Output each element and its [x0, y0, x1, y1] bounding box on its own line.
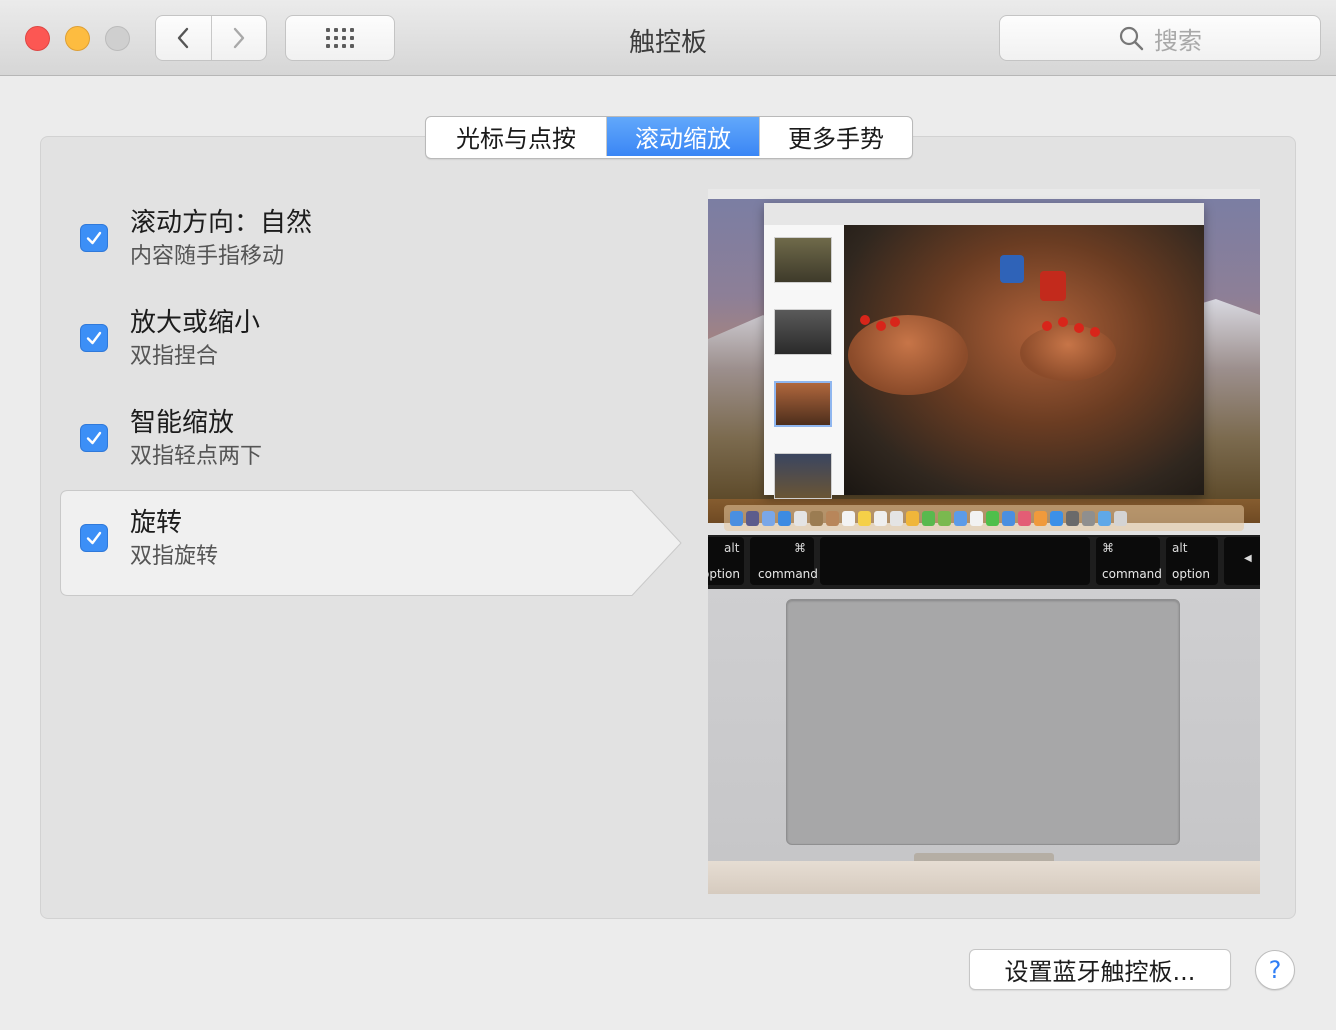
thumbnail	[774, 453, 832, 499]
tomato	[1058, 317, 1068, 327]
window-title: 触控板	[628, 28, 707, 58]
checkmark-icon	[86, 231, 102, 245]
preview-menu-bar	[708, 189, 1260, 199]
tab-point-and-click[interactable]: 光标与点按	[426, 117, 606, 156]
tomato	[860, 315, 870, 325]
checkbox-zoom-in-out[interactable]	[80, 324, 108, 352]
setup-bluetooth-trackpad-button[interactable]: 设置蓝牙触控板...	[969, 949, 1231, 990]
key-option-right: alt option	[1166, 537, 1218, 585]
preview-trackpad	[786, 599, 1180, 845]
help-button[interactable]: ?	[1255, 950, 1295, 990]
search-icon	[1119, 26, 1144, 51]
tomato	[1090, 327, 1100, 337]
forward-button[interactable]	[210, 16, 267, 60]
option-subtitle: 内容随手指移动	[130, 244, 285, 269]
checkmark-icon	[86, 431, 102, 445]
option-subtitle: 双指旋转	[130, 544, 219, 569]
title-bar: 触控板 搜索	[0, 0, 1336, 76]
preview-photo	[844, 225, 1204, 495]
navigation-buttons	[155, 15, 267, 61]
search-field[interactable]: 搜索	[999, 15, 1321, 61]
bowl	[848, 315, 968, 395]
preview-table-surface	[708, 861, 1260, 894]
option-title: 智能缩放	[130, 408, 235, 438]
zoom-button[interactable]	[105, 26, 130, 51]
red-mug	[1040, 271, 1066, 301]
option-title: 放大或缩小	[130, 308, 261, 338]
checkbox-scroll-direction[interactable]	[80, 224, 108, 252]
key-command-left: ⌘ command	[750, 537, 818, 585]
checkbox-smart-zoom[interactable]	[80, 424, 108, 452]
tab-scroll-and-zoom[interactable]: 滚动缩放	[606, 117, 759, 156]
option-subtitle: 双指捏合	[130, 344, 219, 369]
thumbnail	[774, 309, 832, 355]
close-button[interactable]	[25, 26, 50, 51]
thumbnail	[774, 237, 832, 283]
back-button[interactable]	[156, 16, 211, 60]
show-all-button[interactable]	[285, 15, 395, 61]
preview-laptop-notch	[914, 853, 1054, 861]
key-command-right: ⌘ command	[1096, 537, 1162, 585]
option-title: 滚动方向：自然	[130, 208, 313, 238]
preview-window-toolbar	[764, 203, 1204, 226]
grid-icon	[326, 28, 354, 48]
bowl	[1020, 325, 1116, 381]
checkmark-icon	[86, 331, 102, 345]
preview-laptop-body	[708, 589, 1260, 894]
preview-sidebar	[764, 225, 844, 499]
key-space	[820, 537, 1090, 585]
tomato	[890, 317, 900, 327]
minimize-button[interactable]	[65, 26, 90, 51]
preview-app-window	[764, 203, 1204, 499]
tomato	[1042, 321, 1052, 331]
gesture-preview-image: alt option ⌘ command ⌘ command alt optio…	[708, 189, 1260, 894]
key-option-left: alt option	[708, 537, 744, 585]
search-placeholder: 搜索	[1154, 26, 1202, 55]
tab-bar: 光标与点按 滚动缩放 更多手势	[425, 116, 913, 159]
tomato	[876, 321, 886, 331]
preview-dock	[724, 505, 1244, 531]
chevron-left-icon	[178, 27, 189, 49]
thumbnail-selected	[774, 381, 832, 427]
tab-more-gestures[interactable]: 更多手势	[759, 117, 912, 156]
preview-keyboard-row: alt option ⌘ command ⌘ command alt optio…	[708, 535, 1260, 589]
option-subtitle: 双指轻点两下	[130, 444, 263, 469]
tomato	[1074, 323, 1084, 333]
key-arrow-left: ◀	[1224, 537, 1260, 585]
option-title: 旋转	[130, 508, 183, 538]
checkmark-icon	[86, 531, 102, 545]
chevron-right-icon	[233, 27, 244, 49]
checkbox-rotate[interactable]	[80, 524, 108, 552]
blue-mug	[1000, 255, 1024, 283]
